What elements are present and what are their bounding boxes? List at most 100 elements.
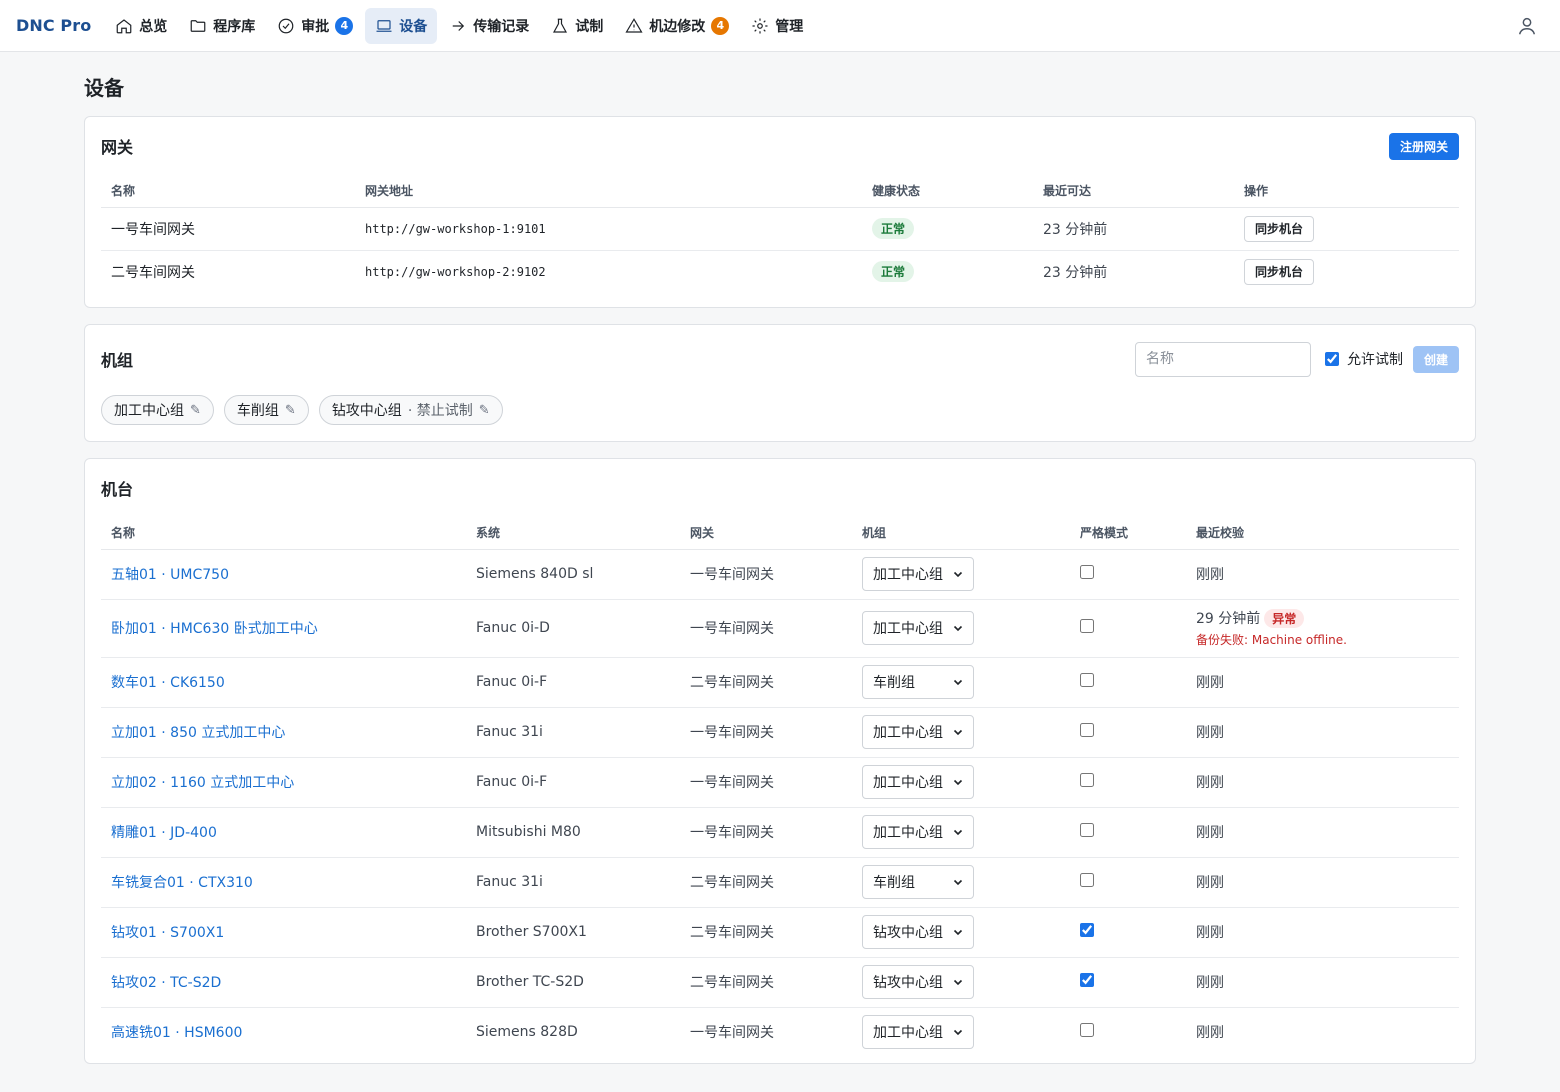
gateway-name: 一号车间网关 bbox=[101, 207, 355, 251]
table-row: 立加01 · 850 立式加工中心 Fanuc 31i 一号车间网关 加工中心组 刚刚 bbox=[101, 707, 1459, 758]
nav-label: 传输记录 bbox=[473, 18, 530, 35]
nav-item-devices[interactable]: 设备 bbox=[365, 7, 438, 44]
machine-gateway: 一号车间网关 bbox=[690, 1025, 774, 1042]
register-gateway-button[interactable]: 注册网关 bbox=[1388, 132, 1459, 160]
group-select[interactable]: 车削组 bbox=[862, 865, 974, 899]
machine-link[interactable]: 精雕01 · JD-400 bbox=[111, 825, 217, 841]
group-select[interactable]: 加工中心组 bbox=[862, 611, 974, 645]
create-group-form: 允许试制 创建 bbox=[1134, 341, 1459, 377]
nav-item-edge-edits[interactable]: 机边修改 4 bbox=[615, 8, 739, 44]
error-message: 备份失败: Machine offline. bbox=[1196, 633, 1347, 647]
gateway-address: http://gw-workshop-1:9101 bbox=[355, 207, 862, 251]
pencil-icon[interactable]: ✎ bbox=[479, 403, 490, 418]
nav-item-programs[interactable]: 程序库 bbox=[179, 8, 265, 44]
strict-mode-checkbox[interactable] bbox=[1080, 673, 1094, 687]
table-row: 数车01 · CK6150 Fanuc 0i-F 二号车间网关 车削组 刚刚 bbox=[101, 657, 1459, 708]
group-select-value: 钻攻中心组 bbox=[873, 925, 943, 941]
nav-label: 机边修改 bbox=[649, 18, 706, 35]
allow-trial-checkbox[interactable] bbox=[1324, 352, 1339, 366]
strict-mode-checkbox[interactable] bbox=[1080, 873, 1094, 887]
group-chip[interactable]: 钻攻中心组 · 禁止试制 ✎ bbox=[318, 395, 503, 425]
col-header: 严格模式 bbox=[1070, 517, 1186, 550]
last-check: 刚刚 bbox=[1196, 875, 1224, 891]
last-check: 刚刚 bbox=[1196, 725, 1224, 741]
group-chip-name: 车削组 bbox=[236, 403, 279, 419]
nav-label: 总览 bbox=[139, 18, 168, 35]
machine-gateway: 二号车间网关 bbox=[680, 657, 852, 708]
approval-count-badge: 4 bbox=[335, 16, 354, 35]
col-header: 最近可达 bbox=[1033, 175, 1234, 208]
strict-mode-checkbox[interactable] bbox=[1080, 773, 1094, 787]
pencil-icon[interactable]: ✎ bbox=[190, 403, 201, 418]
last-seen: 23 分钟前 bbox=[1043, 264, 1108, 281]
nav-item-trial[interactable]: 试制 bbox=[541, 8, 613, 44]
nav-item-transfers[interactable]: 传输记录 bbox=[439, 8, 539, 44]
machine-link[interactable]: 卧加01 · HMC630 卧式加工中心 bbox=[111, 621, 318, 637]
machine-link[interactable]: 高速铣01 · HSM600 bbox=[111, 1025, 242, 1041]
strict-mode-checkbox[interactable] bbox=[1080, 619, 1094, 633]
allow-trial-label: 允许试制 bbox=[1346, 352, 1403, 368]
group-select[interactable]: 车削组 bbox=[862, 665, 974, 699]
sync-machines-button[interactable]: 同步机台 bbox=[1244, 258, 1315, 285]
machine-gateway: 一号车间网关 bbox=[680, 757, 852, 808]
machine-link[interactable]: 钻攻01 · S700X1 bbox=[111, 925, 224, 941]
strict-mode-checkbox[interactable] bbox=[1080, 723, 1094, 737]
create-group-button[interactable]: 创建 bbox=[1412, 345, 1459, 373]
machine-link[interactable]: 数车01 · CK6150 bbox=[111, 675, 225, 691]
group-select[interactable]: 加工中心组 bbox=[862, 765, 974, 799]
group-chip-note: · 禁止试制 bbox=[407, 403, 473, 419]
nav-item-approval[interactable]: 审批 4 bbox=[267, 8, 363, 44]
strict-mode-checkbox[interactable] bbox=[1080, 1023, 1094, 1038]
table-row: 卧加01 · HMC630 卧式加工中心 Fanuc 0i-D 一号车间网关 加工中心… bbox=[101, 599, 1459, 658]
machine-link[interactable]: 立加01 · 850 立式加工中心 bbox=[111, 725, 285, 741]
group-select[interactable]: 加工中心组 bbox=[862, 1015, 974, 1050]
group-select[interactable]: 加工中心组 bbox=[862, 715, 974, 749]
table-row: 车铣复合01 · CTX310 Fanuc 31i 二号车间网关 车削组 刚刚 bbox=[101, 857, 1459, 908]
machine-link[interactable]: 五轴01 · UMC750 bbox=[111, 567, 229, 583]
group-select[interactable]: 加工中心组 bbox=[862, 815, 974, 849]
group-chip[interactable]: 加工中心组 ✎ bbox=[101, 395, 214, 425]
group-name-input[interactable] bbox=[1134, 341, 1311, 377]
group-select[interactable]: 钻攻中心组 bbox=[862, 915, 974, 949]
machine-system: Fanuc 0i-F bbox=[466, 657, 680, 708]
strict-mode-checkbox[interactable] bbox=[1080, 823, 1094, 837]
gateways-header-row: 名称 网关地址 健康状态 最近可达 操作 bbox=[101, 175, 1459, 208]
user-icon[interactable] bbox=[1516, 15, 1538, 37]
table-row: 钻攻02 · TC-S2D Brother TC-S2D 二号车间网关 钻攻中心组 刚刚 bbox=[101, 957, 1459, 1008]
strict-mode-checkbox[interactable] bbox=[1080, 973, 1094, 987]
machines-table: 名称 系统 网关 机组 严格模式 最近校验 五轴01 · UMC750 Sieme… bbox=[101, 517, 1459, 1057]
col-header: 系统 bbox=[466, 517, 680, 550]
chevron-down-icon bbox=[953, 1030, 963, 1036]
machine-link[interactable]: 车铣复合01 · CTX310 bbox=[111, 875, 253, 891]
sync-machines-button[interactable]: 同步机台 bbox=[1244, 215, 1315, 242]
group-chip[interactable]: 车削组 ✎ bbox=[223, 395, 309, 425]
machine-link[interactable]: 钻攻02 · TC-S2D bbox=[111, 975, 221, 991]
group-select[interactable]: 钻攻中心组 bbox=[862, 965, 974, 999]
nav-label: 程序库 bbox=[213, 18, 256, 35]
nav-item-admin[interactable]: 管理 bbox=[741, 8, 813, 44]
strict-mode-checkbox[interactable] bbox=[1080, 923, 1094, 937]
nav-item-overview[interactable]: 总览 bbox=[105, 8, 177, 44]
chevron-down-icon bbox=[953, 729, 963, 736]
col-header: 健康状态 bbox=[862, 175, 1033, 208]
machine-system: Fanuc 31i bbox=[466, 707, 680, 758]
chevron-down-icon bbox=[953, 929, 963, 936]
strict-mode-checkbox[interactable] bbox=[1080, 565, 1094, 579]
table-row: 高速铣01 · HSM600 Siemens 828D 一号车间网关 加工中心组 刚刚 bbox=[101, 1007, 1459, 1057]
nav-menu: 总览 程序库 审批 4 设备 传输记录 试制 机边修改 4 管理 bbox=[105, 7, 813, 44]
last-check: 刚刚 bbox=[1196, 775, 1224, 791]
page-title: 设备 bbox=[84, 76, 124, 100]
table-row: 精雕01 · JD-400 Mitsubishi M80 一号车间网关 加工中心组 刚刚 bbox=[101, 807, 1459, 858]
gateways-header: 网关 注册网关 bbox=[101, 117, 1459, 175]
group-select-value: 加工中心组 bbox=[873, 621, 943, 637]
chevron-down-icon bbox=[953, 679, 963, 686]
machine-link[interactable]: 立加02 · 1160 立式加工中心 bbox=[111, 775, 294, 791]
col-header: 网关地址 bbox=[355, 175, 862, 208]
last-check: 刚刚 bbox=[1196, 825, 1224, 841]
brand-logo[interactable]: DNC Pro bbox=[16, 16, 91, 35]
group-select[interactable]: 加工中心组 bbox=[862, 557, 974, 591]
chevron-down-icon bbox=[953, 829, 963, 836]
pencil-icon[interactable]: ✎ bbox=[285, 403, 296, 418]
allow-trial-toggle[interactable]: 允许试制 bbox=[1324, 349, 1403, 369]
machine-system: Brother S700X1 bbox=[466, 907, 680, 958]
